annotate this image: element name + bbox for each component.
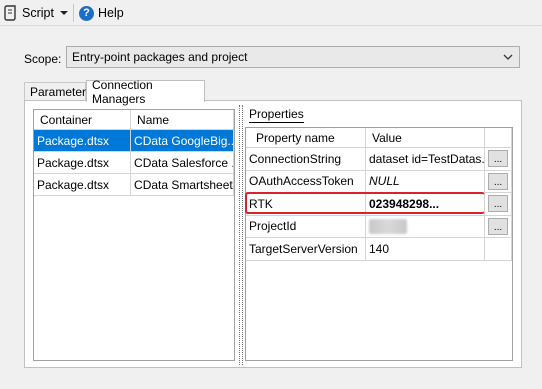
edit-connectionstring-button[interactable]: ... bbox=[488, 150, 508, 168]
property-row-rtk[interactable]: RTK 023948298... ... bbox=[245, 192, 512, 216]
connections-grid-header: Container Name bbox=[34, 110, 234, 130]
property-button-cell: ... bbox=[485, 193, 512, 215]
table-row[interactable]: Package.dtsx CData GoogleBig... bbox=[34, 130, 234, 152]
property-button-cell: ... bbox=[485, 170, 512, 192]
property-name: ConnectionString bbox=[246, 148, 366, 170]
column-header-container[interactable]: Container bbox=[34, 110, 132, 130]
property-value[interactable] bbox=[366, 215, 485, 237]
connection-managers-panel: Container Name Package.dtsx CData Google… bbox=[24, 100, 522, 368]
toolbar-separator bbox=[73, 4, 74, 22]
property-row-projectid[interactable]: ProjectId ... bbox=[246, 215, 512, 238]
property-row-targetserverversion[interactable]: TargetServerVersion 140 bbox=[246, 238, 512, 261]
tab-parameters[interactable]: Parameters bbox=[24, 82, 92, 101]
property-value[interactable]: 023948298... bbox=[366, 193, 485, 215]
properties-label: Properties bbox=[249, 107, 304, 123]
panel-splitter[interactable] bbox=[239, 105, 243, 365]
toolbar: Script ? Help bbox=[0, 0, 542, 26]
edit-oauthaccesstoken-button[interactable]: ... bbox=[488, 172, 508, 190]
property-button-cell: ... bbox=[485, 215, 512, 237]
table-row[interactable]: Package.dtsx CData Smartsheet... bbox=[34, 174, 234, 196]
cell-container: Package.dtsx bbox=[34, 174, 132, 195]
property-name: TargetServerVersion bbox=[246, 238, 366, 260]
column-header-blank bbox=[485, 128, 512, 148]
script-icon bbox=[4, 5, 16, 21]
property-value[interactable]: dataset id=TestDatas... bbox=[366, 148, 485, 170]
scope-label: Scope: bbox=[24, 52, 62, 66]
edit-projectid-button[interactable]: ... bbox=[488, 217, 508, 235]
cell-name: CData Salesforce ... bbox=[131, 152, 234, 173]
column-header-value[interactable]: Value bbox=[366, 128, 485, 148]
chevron-down-icon bbox=[60, 10, 68, 15]
help-button[interactable]: ? Help bbox=[79, 3, 124, 23]
property-button-cell: ... bbox=[485, 148, 512, 170]
edit-rtk-button[interactable]: ... bbox=[488, 195, 508, 213]
column-header-property-name[interactable]: Property name bbox=[246, 128, 366, 148]
properties-grid-header: Property name Value bbox=[246, 128, 512, 148]
property-name: RTK bbox=[246, 193, 366, 215]
property-value[interactable]: NULL bbox=[366, 170, 485, 192]
cell-name: CData Smartsheet... bbox=[131, 174, 234, 195]
tab-connection-managers[interactable]: Connection Managers bbox=[86, 78, 205, 106]
property-button-cell bbox=[485, 238, 512, 260]
scope-value: Entry-point packages and project bbox=[72, 50, 248, 64]
chevron-down-icon bbox=[503, 54, 513, 60]
properties-grid: Property name Value ConnectionString dat… bbox=[245, 127, 513, 361]
property-value[interactable]: 140 bbox=[366, 238, 485, 260]
script-button[interactable]: Script bbox=[4, 3, 54, 23]
property-row-oauthaccesstoken[interactable]: OAuthAccessToken NULL ... bbox=[246, 170, 512, 193]
property-name: OAuthAccessToken bbox=[246, 170, 366, 192]
scope-select[interactable]: Entry-point packages and project bbox=[66, 46, 520, 68]
cell-container: Package.dtsx bbox=[34, 152, 132, 173]
connections-grid: Container Name Package.dtsx CData Google… bbox=[33, 109, 235, 361]
redacted-value bbox=[369, 218, 407, 234]
help-label: Help bbox=[98, 6, 124, 20]
table-row[interactable]: Package.dtsx CData Salesforce ... bbox=[34, 152, 234, 174]
cell-name: CData GoogleBig... bbox=[131, 130, 234, 151]
property-name: ProjectId bbox=[246, 215, 366, 237]
script-dropdown-arrow[interactable] bbox=[60, 7, 70, 19]
help-icon: ? bbox=[79, 5, 94, 21]
script-label: Script bbox=[22, 6, 54, 20]
column-header-name[interactable]: Name bbox=[131, 110, 234, 130]
cell-container: Package.dtsx bbox=[34, 130, 132, 151]
property-row-connectionstring[interactable]: ConnectionString dataset id=TestDatas...… bbox=[246, 148, 512, 171]
